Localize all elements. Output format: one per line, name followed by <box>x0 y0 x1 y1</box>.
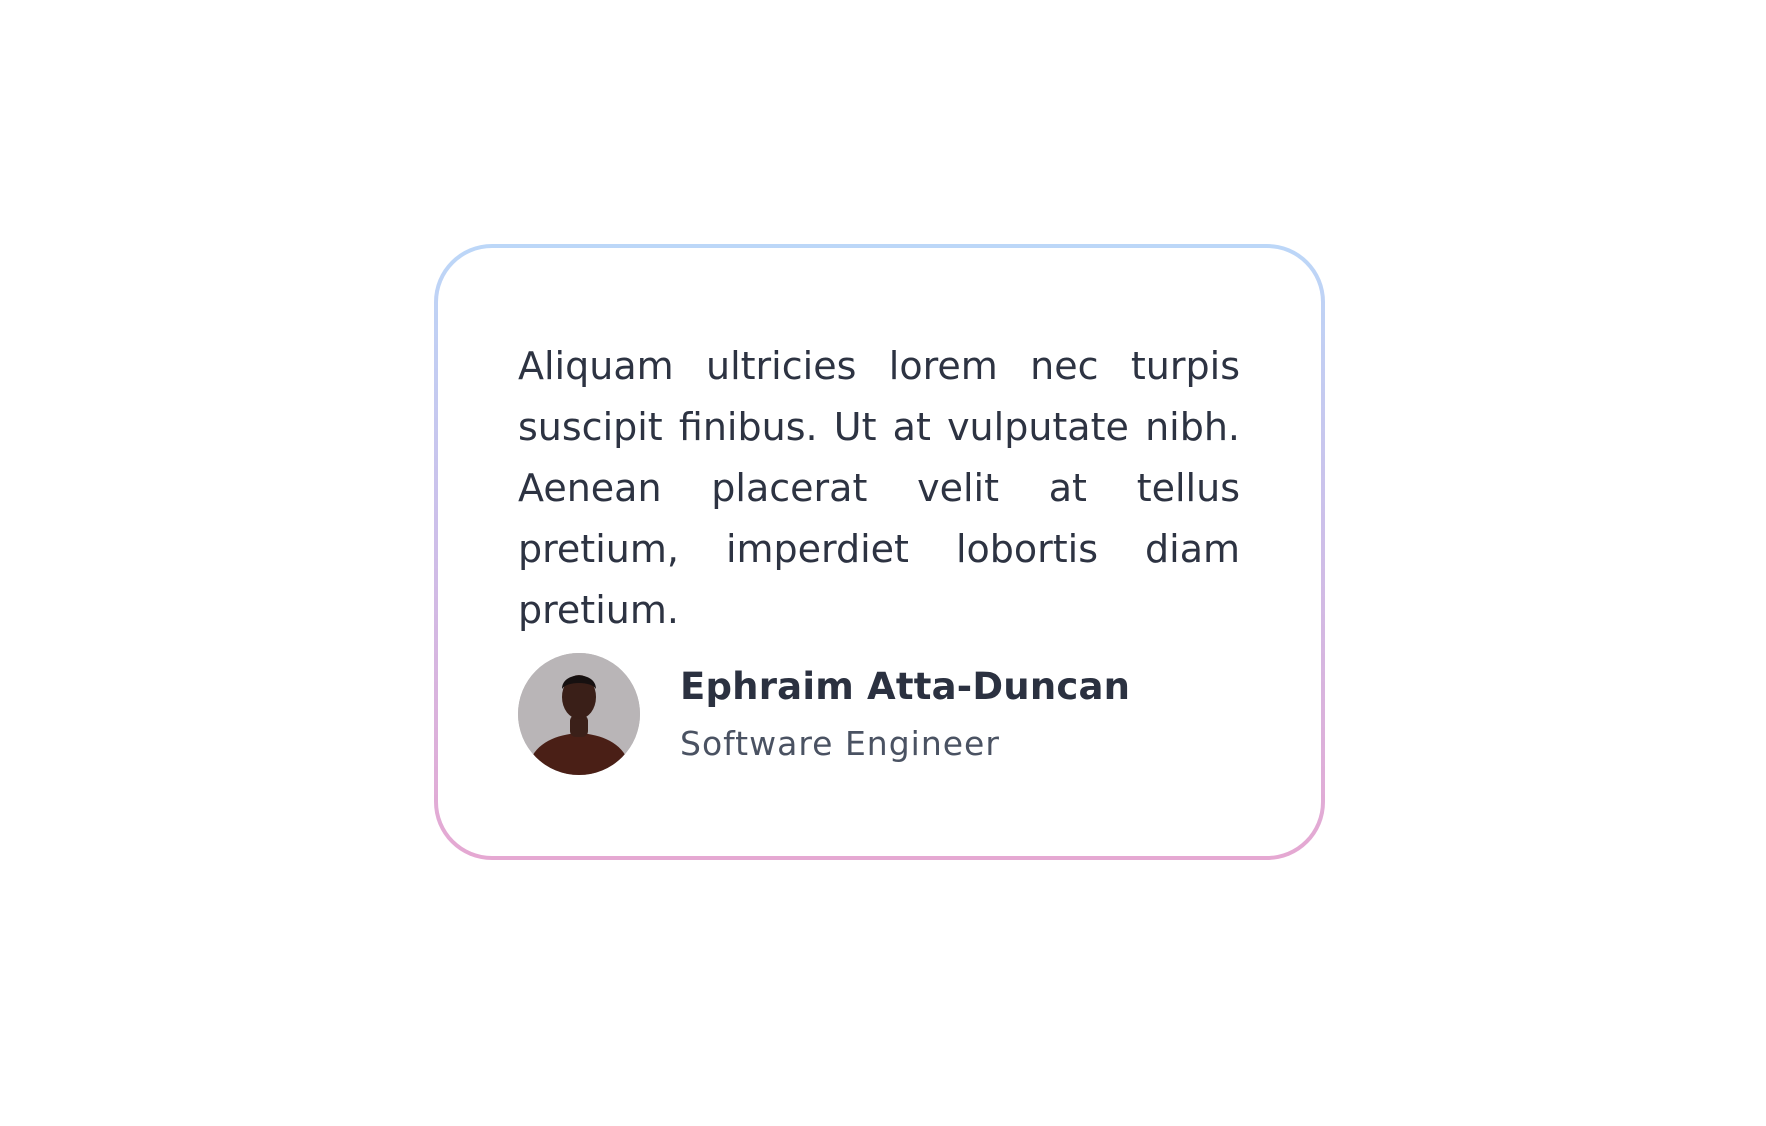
testimonial-card-border: Aliquam ultricies lorem nec turpis susci… <box>434 244 1325 860</box>
author-role: Software Engineer <box>680 724 1000 763</box>
author-block: Ephraim Atta-Duncan Software Engineer <box>518 653 1130 775</box>
author-info: Ephraim Atta-Duncan Software Engineer <box>680 663 1130 765</box>
testimonial-quote: Aliquam ultricies lorem nec turpis susci… <box>518 344 1240 632</box>
testimonial-card: Aliquam ultricies lorem nec turpis susci… <box>438 248 1321 856</box>
person-portrait-icon <box>518 653 640 775</box>
author-name: Ephraim Atta-Duncan <box>680 665 1131 708</box>
avatar <box>518 653 640 775</box>
